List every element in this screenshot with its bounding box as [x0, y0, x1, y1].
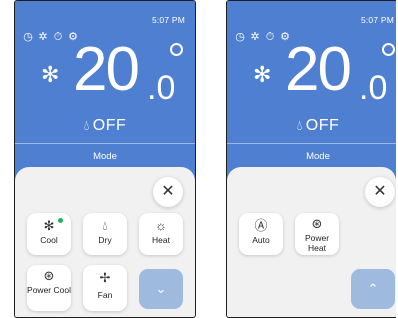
mode-button-label: Auto	[252, 235, 270, 245]
sun-icon: ☼	[155, 218, 167, 233]
power-status-text: OFF	[92, 117, 127, 134]
mode-label: Mode	[93, 151, 117, 162]
degree-icon	[170, 43, 183, 56]
mode-button-power-heat[interactable]: ⊛ Power Heat	[295, 213, 339, 255]
temperature-decimal: .0	[147, 69, 176, 107]
power-status[interactable]: 💧︎ OFF	[227, 117, 396, 135]
mode-button-label: Fan	[97, 290, 113, 300]
divider	[15, 143, 195, 144]
mode-button-label: Power Cool	[27, 285, 71, 295]
cooling-snowflake-icon: ✻	[253, 62, 272, 87]
mode-button-label: Cool	[40, 235, 58, 245]
mode-label: Mode	[306, 151, 330, 162]
snowflake-icon: ✻	[43, 218, 55, 233]
auto-icon: Ⓐ	[254, 218, 268, 233]
temperature-integer: 20	[285, 35, 352, 104]
chevron-up-icon: ⌃	[367, 281, 379, 296]
clock: 5:07 PM	[360, 15, 394, 25]
mode-button-dry[interactable]: 💧︎ Dry	[83, 213, 127, 255]
mode-button-fan[interactable]: ✢ Fan	[83, 265, 127, 311]
mode-button-cool[interactable]: ✻ Cool	[27, 213, 71, 255]
timer-icon: ⏱	[265, 31, 275, 43]
status-icons: ◷ ✲ ⏱ ⚙	[22, 31, 79, 43]
power-status[interactable]: 💧︎ OFF	[15, 117, 195, 135]
droplet-icon: 💧︎	[83, 117, 90, 133]
droplet-icon: 💧︎	[102, 218, 108, 233]
close-icon: ✕	[161, 183, 175, 200]
close-icon: ✕	[373, 183, 387, 200]
thermostat-screen-left: 5:07 PM ◷ ✲ ⏱ ⚙ ✻ 20 .0 💧︎ OFF Mode ✕ ✻ C…	[14, 0, 196, 318]
power-cool-icon: ⊛	[43, 268, 55, 283]
fan-status-icon: ✲	[250, 31, 260, 43]
active-indicator	[58, 218, 63, 223]
mode-button-auto[interactable]: Ⓐ Auto	[239, 213, 283, 255]
fan-icon: ✢	[99, 270, 111, 285]
thermostat-screen-right: 5:07 PM ◷ ✲ ⏱ ⚙ ✻ 20 .0 💧︎ OFF Mode ✕ Ⓐ A…	[226, 0, 396, 318]
divider	[227, 143, 396, 144]
status-icons: ◷ ✲ ⏱ ⚙	[234, 31, 291, 43]
fan-status-icon: ✲	[38, 31, 48, 43]
clock: 5:07 PM	[151, 15, 185, 25]
degree-icon	[382, 43, 395, 56]
schedule-icon: ◷	[23, 31, 33, 43]
close-button[interactable]: ✕	[365, 177, 395, 207]
mode-button-label: Dry	[98, 235, 112, 245]
chevron-down-icon: ⌄	[155, 281, 167, 296]
timer-icon: ⏱	[53, 31, 63, 43]
temperature-integer: 20	[73, 35, 140, 104]
mode-button-heat[interactable]: ☼ Heat	[139, 213, 183, 255]
mode-button-label: Power Heat	[304, 233, 330, 253]
temperature-decimal: .0	[359, 69, 388, 107]
droplet-icon: 💧︎	[296, 117, 303, 133]
cooling-snowflake-icon: ✻	[41, 62, 60, 87]
power-status-text: OFF	[305, 117, 340, 134]
close-button[interactable]: ✕	[153, 177, 183, 207]
mode-button-label: Heat	[152, 235, 170, 245]
fewer-modes-button[interactable]: ⌃	[351, 269, 395, 309]
schedule-icon: ◷	[235, 31, 245, 43]
power-heat-icon: ⊛	[311, 216, 323, 231]
mode-button-power-cool[interactable]: ⊛ Power Cool	[27, 265, 71, 311]
more-modes-button[interactable]: ⌄	[139, 269, 183, 309]
